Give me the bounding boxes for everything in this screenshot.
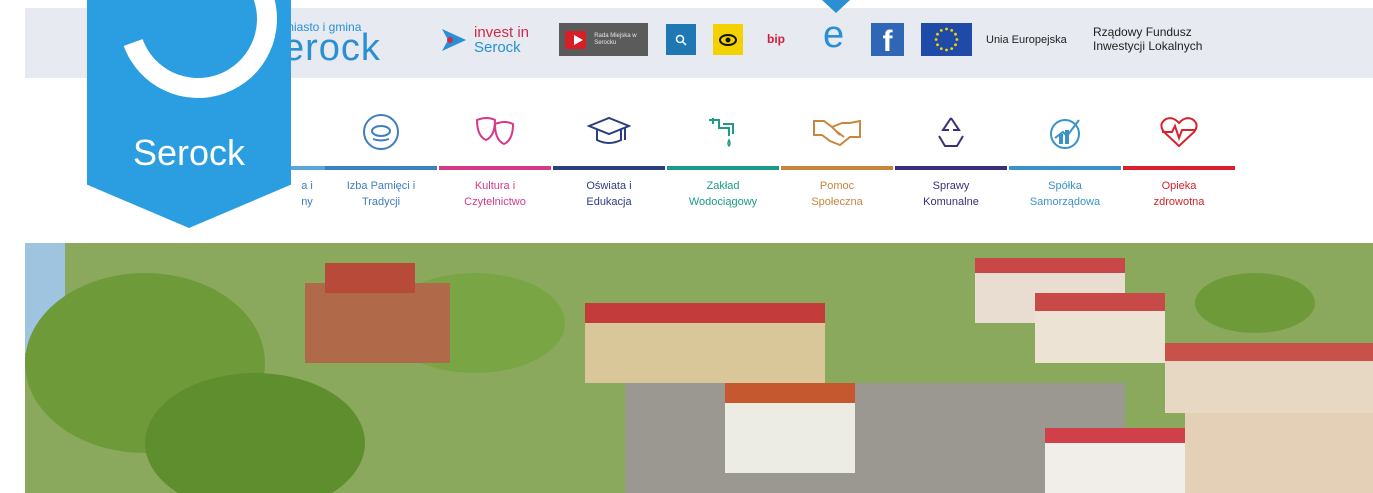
category-item-oswiata[interactable]: Oświata i Edukacja <box>552 112 666 210</box>
category-underline <box>781 166 893 170</box>
facebook-icon: f <box>882 25 893 58</box>
category-label-line-2: zdrowotna <box>1153 196 1205 208</box>
category-label-line-2: Tradycji <box>361 196 401 208</box>
category-item-pomoc-spoleczna[interactable]: Pomoc Społeczna <box>780 112 894 210</box>
category-label-line-2: Samorządowa <box>1029 196 1101 208</box>
eu-flag-icon[interactable] <box>921 23 972 56</box>
invest-line-1: invest in <box>474 24 530 41</box>
fish-icon <box>363 114 399 150</box>
invest-arrow-icon <box>442 29 466 51</box>
water-tap-icon <box>709 118 734 148</box>
invest-in-serock-link[interactable]: invest in Serock <box>440 22 529 58</box>
graduation-cap-icon <box>587 116 631 144</box>
logo-arc-icon <box>93 0 291 124</box>
growth-chart-icon <box>1050 119 1080 149</box>
category-label-line-1: Opieka <box>1161 180 1197 192</box>
rada-miejska-button[interactable]: Rada Miejska w Serocku <box>559 23 648 56</box>
theater-masks-icon <box>475 117 515 146</box>
shield-name: Serock <box>132 132 246 173</box>
active-indicator <box>822 0 850 13</box>
e-icon: e <box>823 14 845 56</box>
category-label-line-1: Pomoc <box>819 180 855 192</box>
heart-pulse-icon <box>1160 117 1198 148</box>
category-label-line-1: Kultura i <box>474 180 516 192</box>
brand-title[interactable]: erock <box>283 27 381 70</box>
fund-line-2: Inwestycji Lokalnych <box>1093 39 1203 53</box>
photo-illustration <box>25 243 1373 493</box>
category-label-line-1: Oświata i <box>586 180 632 192</box>
category-label-line-1: Spółka <box>1048 180 1082 192</box>
rada-label: Rada Miejska w Serocku <box>594 32 637 46</box>
category-underline <box>325 166 437 170</box>
category-underline <box>439 166 551 170</box>
invest-line-2: Serock <box>474 39 521 56</box>
search-icon <box>675 34 687 46</box>
category-label-line-1: Sprawy <box>932 180 970 192</box>
eu-label: Unia Europejska <box>986 34 1067 46</box>
category-underline <box>667 166 779 170</box>
category-label-line-1: Zakład <box>706 180 740 192</box>
fund-line-1: Rządowy Fundusz <box>1093 25 1192 39</box>
facebook-link[interactable]: f <box>871 23 904 58</box>
bip-label: bip <box>767 32 785 46</box>
category-item-opieka-zdrowotna[interactable]: Opieka zdrowotna <box>1122 112 1236 210</box>
category-underline <box>1009 166 1121 170</box>
search-button[interactable] <box>666 24 696 55</box>
category-label-line-1: Izba Pamięci i <box>346 180 416 192</box>
eye-icon <box>719 33 737 46</box>
handshake-icon <box>813 119 861 147</box>
category-label-line-2: Komunalne <box>923 196 979 208</box>
category-underline <box>553 166 665 170</box>
category-underline <box>1123 166 1235 170</box>
category-item-izba-pamieci[interactable]: Izba Pamięci i Tradycji <box>324 112 438 210</box>
category-label-line-2: Wodociągowy <box>688 196 758 208</box>
category-label-line-2: Społeczna <box>811 196 863 208</box>
eu-stars <box>934 27 959 52</box>
e-services-link[interactable]: e <box>823 16 844 54</box>
category-label-line-2: Edukacja <box>586 196 632 208</box>
serock-shield-logo[interactable]: Serock <box>87 0 291 228</box>
category-item-zaklad-wodociagowy[interactable]: Zakład Wodociągowy <box>666 112 780 210</box>
recycle-icon <box>938 117 964 147</box>
rfil-label[interactable]: Rządowy Fundusz Inwestycji Lokalnych <box>1093 25 1202 53</box>
category-item-kultura[interactable]: Kultura i Czytelnictwo <box>438 112 552 210</box>
accessibility-contrast-button[interactable] <box>713 24 743 55</box>
bip-link[interactable]: bip <box>767 32 785 46</box>
category-item-spolka-samorzadowa[interactable]: Spółka Samorządowa <box>1008 112 1122 210</box>
play-icon <box>565 30 587 49</box>
category-underline <box>895 166 1007 170</box>
category-item-sprawy-komunalne[interactable]: Sprawy Komunalne <box>894 112 1008 210</box>
hero-aerial-photo <box>25 243 1373 493</box>
category-label-line-2: Czytelnictwo <box>464 196 526 208</box>
